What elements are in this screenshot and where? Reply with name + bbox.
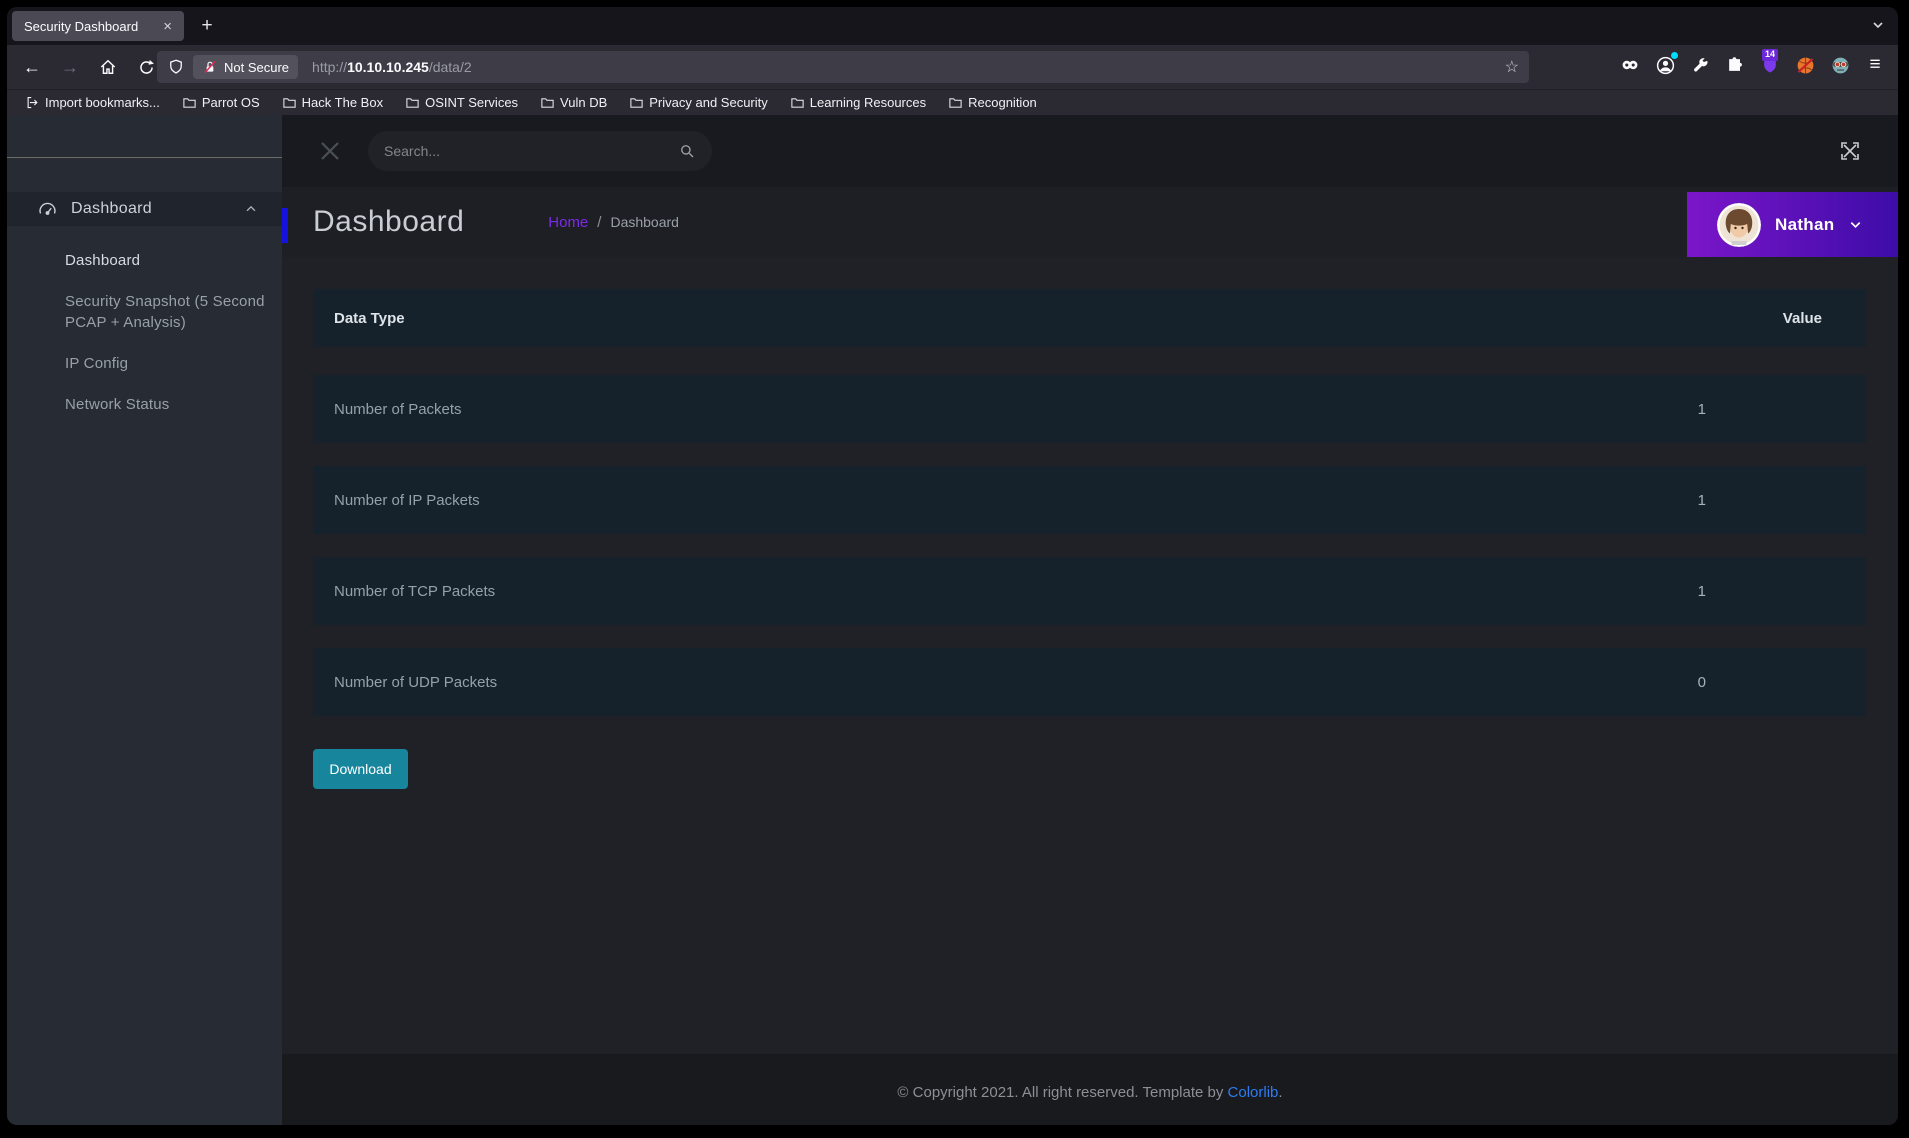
user-dropdown[interactable]: Nathan [1687,192,1898,257]
tab-security-dashboard[interactable]: Security Dashboard × [12,11,184,41]
blocker-ball-extension-icon[interactable] [1792,52,1818,78]
list-all-tabs-icon[interactable] [1870,17,1886,33]
row-value: 0 [1606,674,1866,691]
row-label: Number of Packets [313,401,1606,418]
bookmark-star-icon[interactable]: ☆ [1505,57,1519,77]
colorlib-link[interactable]: Colorlib [1228,1084,1279,1101]
sidebar-toggle-close-icon[interactable] [310,131,350,171]
bookmark-folder[interactable]: Vuln DB [534,93,613,112]
table-header-row: Data Type Value [313,289,1866,347]
extension-badge: 14 [1762,49,1778,61]
bookmark-folder[interactable]: Hack The Box [276,93,389,112]
privacy-shield-extension-icon[interactable]: 14 [1757,52,1783,78]
account-icon[interactable] [1652,52,1678,78]
home-button[interactable] [93,52,123,82]
browser-window: Security Dashboard × + ← → Not Secure ht [7,7,1898,1125]
sidebar: Dashboard Dashboard Security Snapshot (5… [7,115,282,1125]
not-secure-chip[interactable]: Not Secure [193,55,298,79]
bookmark-folder[interactable]: Parrot OS [176,93,266,112]
speedometer-icon [37,199,58,220]
breadcrumb-home-link[interactable]: Home [548,214,588,231]
sidebar-item-dashboard[interactable]: Dashboard [7,240,282,281]
back-button[interactable]: ← [17,52,47,82]
bookmark-import[interactable]: Import bookmarks... [19,93,166,112]
sidebar-item-network-status[interactable]: Network Status [7,384,282,425]
tab-close-icon[interactable]: × [159,17,176,36]
main-area: Dashboard Home / Dashboard [282,115,1898,1125]
menu-button[interactable]: ≡ [1862,52,1888,78]
fullscreen-expand-icon[interactable] [1836,137,1864,165]
breadcrumb-current: Dashboard [610,214,679,230]
folder-icon [405,95,420,110]
search-icon[interactable] [678,142,696,160]
url-bar[interactable]: Not Secure http://10.10.10.245/data/2 ☆ [157,51,1529,83]
new-tab-button[interactable]: + [195,15,219,39]
sidebar-submenu: Dashboard Security Snapshot (5 Second PC… [7,240,282,425]
webpage: Dashboard Dashboard Security Snapshot (5… [7,115,1898,1125]
chevron-down-icon [1848,217,1863,232]
bookmark-folder[interactable]: Recognition [942,93,1043,112]
footer: © Copyright 2021. All right reserved. Te… [282,1054,1898,1125]
header-accent-bar [282,208,288,243]
mask-extension-icon[interactable] [1617,52,1643,78]
page-title: Dashboard [313,205,464,239]
bookmarks-bar: Import bookmarks... Parrot OS Hack The B… [7,89,1898,115]
account-notification-dot [1671,52,1678,59]
page-header: Dashboard Home / Dashboard [282,187,1898,257]
permissions-shield-icon[interactable] [167,58,185,76]
url-text: http://10.10.10.245/data/2 [312,59,472,75]
content-area: Data Type Value Number of Packets 1 Numb… [282,257,1898,1054]
breadcrumb-separator: / [597,214,601,231]
folder-icon [629,95,644,110]
tab-strip: Security Dashboard × + [7,7,1898,45]
search-box [368,131,712,171]
search-input[interactable] [384,143,678,159]
folder-icon [282,95,297,110]
row-label: Number of IP Packets [313,492,1606,509]
table-row: Number of IP Packets 1 [313,466,1866,534]
import-icon [25,95,40,110]
table-row: Number of UDP Packets 0 [313,648,1866,716]
row-label: Number of UDP Packets [313,674,1606,691]
bookmark-folder[interactable]: Privacy and Security [623,93,774,112]
bookmark-folder[interactable]: Learning Resources [784,93,932,112]
sidebar-group-label: Dashboard [71,200,231,218]
row-value: 1 [1606,492,1866,509]
download-button[interactable]: Download [313,749,408,789]
folder-icon [790,95,805,110]
folder-icon [948,95,963,110]
goggles-face-extension-icon[interactable] [1827,52,1853,78]
forward-button[interactable]: → [55,52,85,82]
chevron-up-icon [244,202,258,216]
avatar [1717,203,1761,247]
sidebar-item-ip-config[interactable]: IP Config [7,343,282,384]
column-header-data-type: Data Type [313,310,1606,327]
navigation-toolbar: ← → Not Secure http://10.10.10.245/data/… [7,45,1898,89]
wrench-extension-icon[interactable] [1687,52,1713,78]
table-row: Number of Packets 1 [313,375,1866,443]
extensions-puzzle-icon[interactable] [1722,52,1748,78]
page-topbar [282,115,1898,187]
folder-icon [182,95,197,110]
tab-title: Security Dashboard [24,19,159,34]
sidebar-brand-area [7,115,282,158]
row-value: 1 [1606,401,1866,418]
breadcrumb: Home / Dashboard [548,214,679,231]
footer-copyright: © Copyright 2021. All right reserved. Te… [897,1084,1223,1101]
folder-icon [540,95,555,110]
row-value: 1 [1606,583,1866,600]
user-name: Nathan [1775,215,1834,235]
footer-suffix: . [1278,1084,1282,1101]
bookmark-folder[interactable]: OSINT Services [399,93,524,112]
security-label: Not Secure [224,60,289,75]
insecure-lock-icon [202,59,218,75]
sidebar-item-security-snapshot[interactable]: Security Snapshot (5 Second PCAP + Analy… [7,281,282,343]
column-header-value: Value [1606,310,1866,327]
table-row: Number of TCP Packets 1 [313,557,1866,625]
sidebar-group-dashboard[interactable]: Dashboard [7,192,282,226]
row-label: Number of TCP Packets [313,583,1606,600]
extension-icons: 14 ≡ [1617,52,1888,78]
